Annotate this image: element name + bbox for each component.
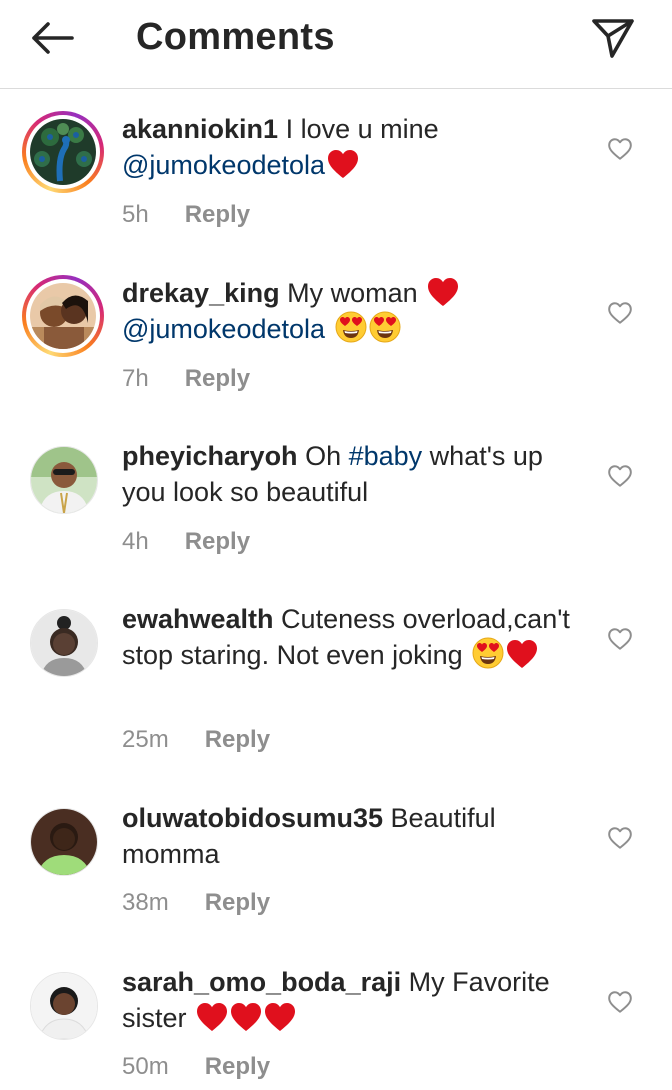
avatar-story-ring[interactable] [22, 111, 104, 193]
red-heart-emoji [506, 639, 538, 669]
avatar-container[interactable] [22, 964, 104, 1046]
reply-button[interactable]: Reply [205, 1051, 270, 1083]
red-heart-emoji [327, 149, 359, 179]
comment-meta: 4h Reply [122, 526, 250, 558]
comment-meta: 7h Reply [122, 363, 250, 395]
red-heart-emoji [230, 1002, 262, 1032]
comment-meta: 5h Reply [122, 199, 250, 231]
comment-username[interactable]: pheyicharyoh [122, 441, 298, 471]
comment-username[interactable]: sarah_omo_boda_raji [122, 967, 401, 997]
avatar [30, 119, 96, 185]
comment-text: oluwatobidosumu35 Beautiful momma [122, 800, 592, 872]
like-heart-icon[interactable] [607, 626, 633, 652]
comment-timestamp: 38m [122, 889, 169, 916]
comment-username[interactable]: oluwatobidosumu35 [122, 803, 383, 833]
red-heart-emoji [196, 1002, 228, 1032]
arrow-left-icon [32, 22, 74, 54]
avatar [30, 446, 98, 514]
comment-body: Oh [297, 441, 349, 471]
man-avatar-image [31, 447, 97, 513]
share-button[interactable] [590, 14, 636, 60]
avatar [30, 283, 96, 349]
comment-username[interactable]: drekay_king [122, 278, 280, 308]
back-button[interactable] [28, 16, 78, 60]
woman-avatar-image [31, 973, 97, 1039]
like-heart-icon[interactable] [607, 300, 633, 326]
reply-button[interactable]: Reply [185, 526, 250, 558]
comment-body: I love u mine [278, 114, 439, 144]
comment-timestamp: 50m [122, 1053, 169, 1080]
paper-plane-icon [592, 19, 634, 58]
avatar [30, 808, 98, 876]
comment-text: sarah_omo_boda_raji My Favorite sister [122, 964, 592, 1036]
avatar-story-ring[interactable] [22, 275, 104, 357]
comment-item: akanniokin1 I love u mine @jumokeodetola… [0, 111, 672, 241]
comment-meta: 50m Reply [122, 1051, 270, 1083]
avatar-container[interactable] [22, 800, 104, 882]
mention-link[interactable]: @jumokeodetola [122, 150, 325, 180]
comment-timestamp: 4h [122, 528, 149, 555]
avatar [30, 972, 98, 1040]
comment-item: pheyicharyoh Oh #baby what's up you look… [0, 438, 672, 568]
comment-item: oluwatobidosumu35 Beautiful momma 38m Rep… [0, 800, 672, 930]
like-heart-icon[interactable] [607, 825, 633, 851]
avatar [30, 609, 98, 677]
heart-eyes-emoji [335, 311, 367, 343]
reply-button[interactable]: Reply [205, 724, 270, 756]
comment-timestamp: 5h [122, 201, 149, 228]
comment-username[interactable]: ewahwealth [122, 604, 274, 634]
heart-eyes-emoji [472, 637, 504, 669]
child-avatar-image [31, 610, 97, 676]
mention-link[interactable]: @jumokeodetola [122, 314, 325, 344]
reply-button[interactable]: Reply [205, 887, 270, 919]
comment-username[interactable]: akanniokin1 [122, 114, 278, 144]
avatar-container[interactable] [22, 438, 104, 520]
comment-body: My woman [279, 278, 426, 308]
comment-item: ewahwealth Cuteness overload,can't stop … [0, 601, 672, 761]
red-heart-emoji [427, 277, 459, 307]
comment-text: ewahwealth Cuteness overload,can't stop … [122, 601, 592, 673]
like-heart-icon[interactable] [607, 136, 633, 162]
page-title: Comments [136, 16, 335, 58]
peacock-avatar-image [30, 119, 96, 185]
heart-eyes-emoji [369, 311, 401, 343]
red-heart-emoji [264, 1002, 296, 1032]
comment-timestamp: 25m [122, 726, 169, 753]
reply-button[interactable]: Reply [185, 363, 250, 395]
avatar-container[interactable] [22, 601, 104, 683]
couple-avatar-image [30, 283, 96, 349]
top-bar: Comments [0, 0, 672, 89]
comment-text: pheyicharyoh Oh #baby what's up you look… [122, 438, 592, 510]
comment-meta: 25m Reply [122, 724, 270, 756]
comment-meta: 38m Reply [122, 887, 270, 919]
comment-text: akanniokin1 I love u mine @jumokeodetola [122, 111, 592, 183]
comment-text: drekay_king My woman @jumokeodetola [122, 275, 592, 347]
like-heart-icon[interactable] [607, 463, 633, 489]
comment-item: sarah_omo_boda_raji My Favorite sister 5… [0, 964, 672, 1090]
like-heart-icon[interactable] [607, 989, 633, 1015]
hashtag-link[interactable]: #baby [349, 441, 423, 471]
woman-avatar-image [31, 809, 97, 875]
comment-timestamp: 7h [122, 365, 149, 392]
reply-button[interactable]: Reply [185, 199, 250, 231]
comment-item: drekay_king My woman @jumokeodetola 7h Re… [0, 275, 672, 405]
